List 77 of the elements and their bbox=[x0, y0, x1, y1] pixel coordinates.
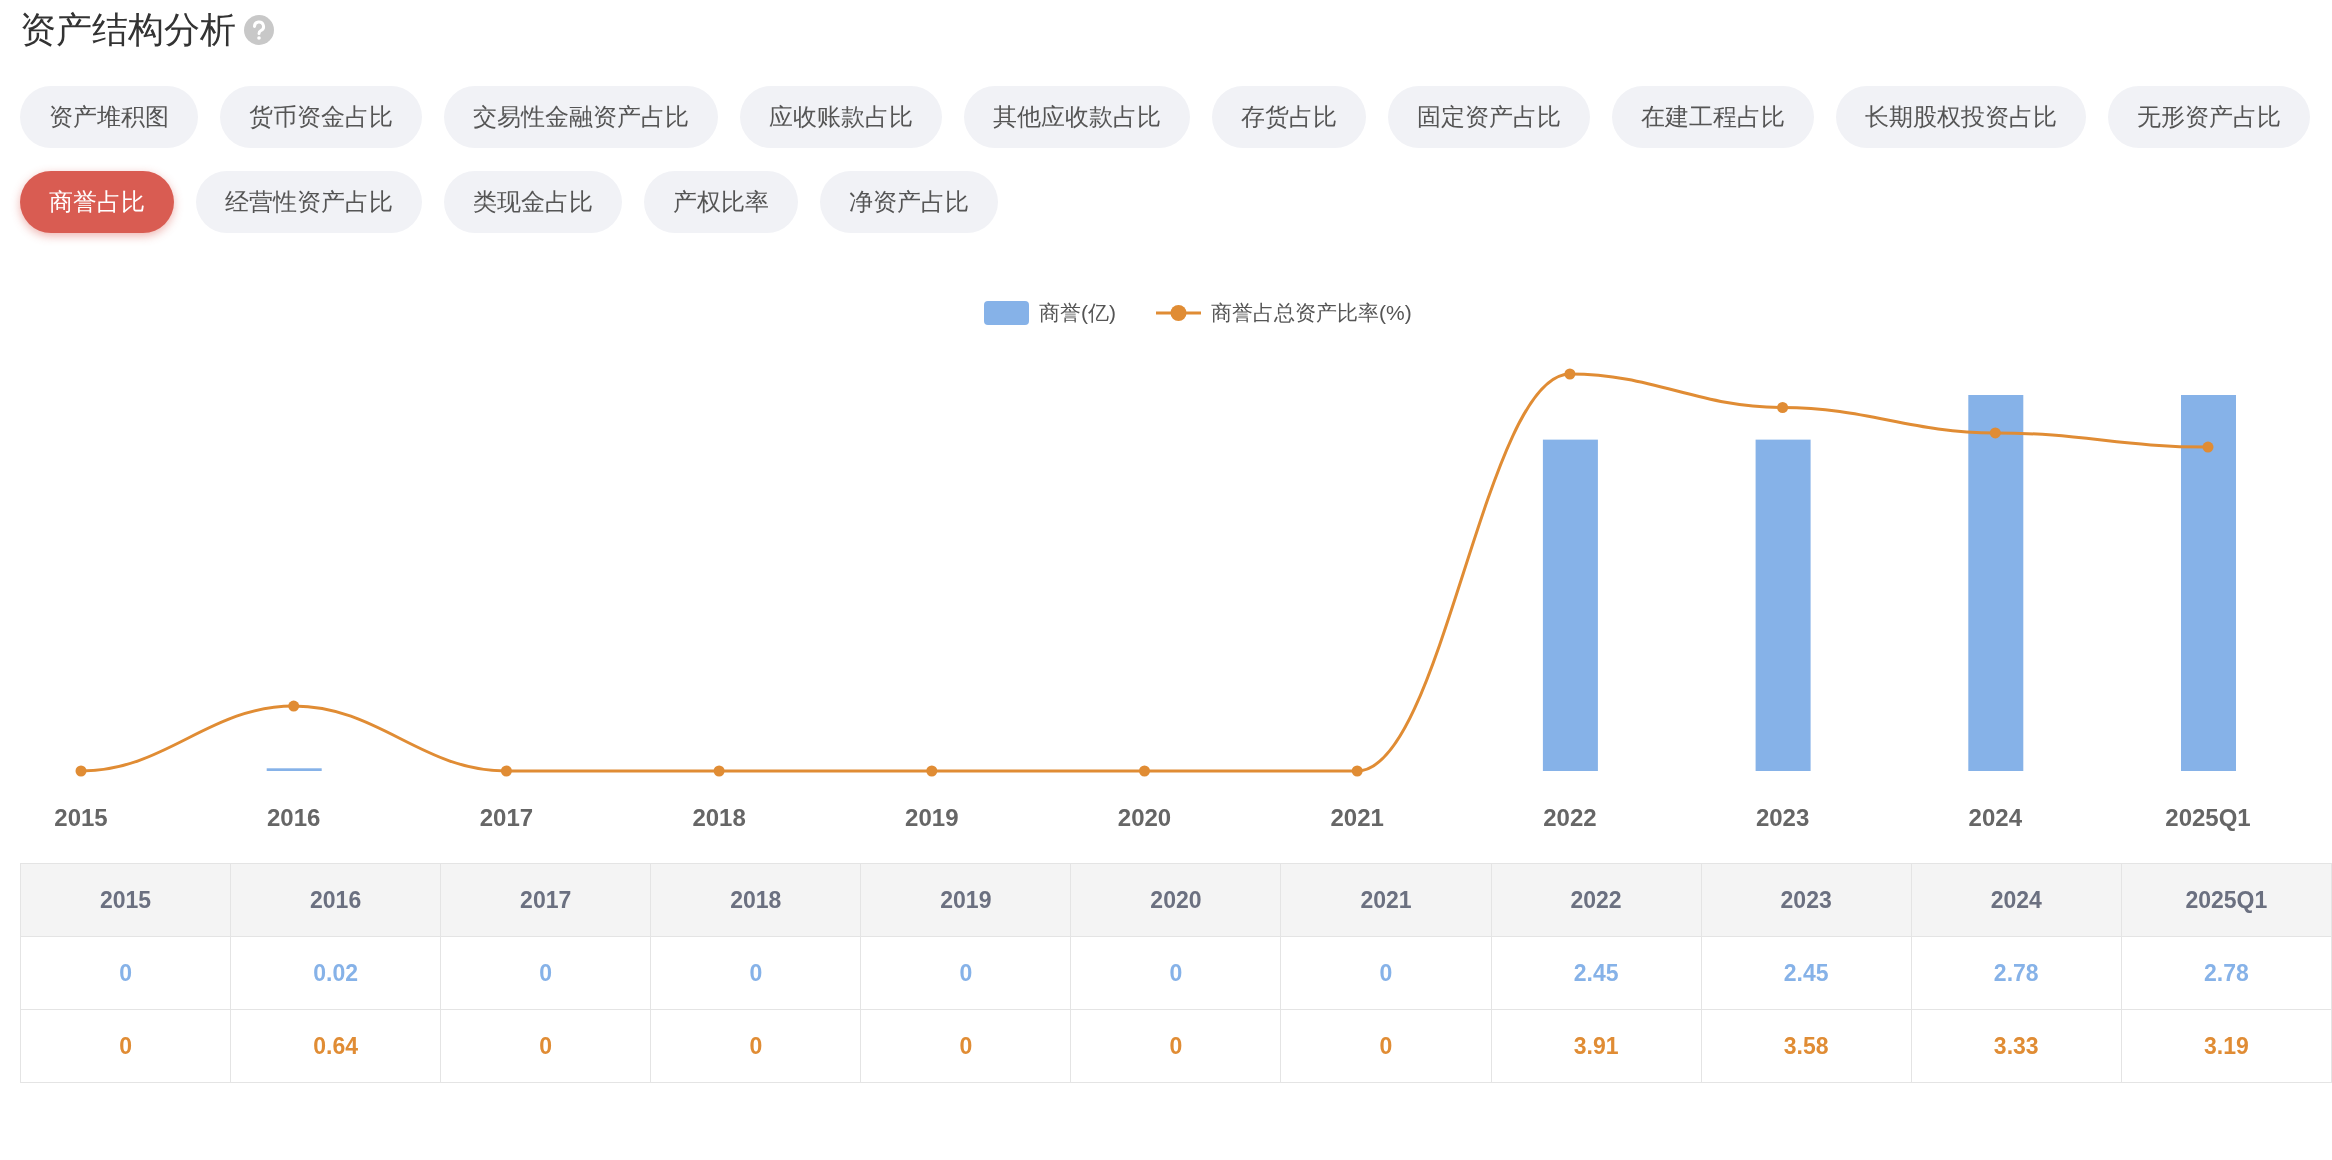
table-cell: 0.64 bbox=[230, 1009, 441, 1083]
page-title: 资产结构分析 bbox=[20, 8, 236, 52]
bar bbox=[266, 768, 322, 771]
tab[interactable]: 产权比率 bbox=[644, 171, 798, 233]
table-cell: 3.91 bbox=[1491, 1009, 1702, 1083]
table-cell: 0 bbox=[650, 1009, 861, 1083]
tab[interactable]: 经营性资产占比 bbox=[196, 171, 422, 233]
data-point bbox=[500, 765, 512, 777]
x-axis-label: 2017 bbox=[479, 804, 534, 831]
x-axis-label: 2022 bbox=[1543, 804, 1597, 831]
table-cell: 3.58 bbox=[1701, 1009, 1912, 1083]
x-axis-label: 2018 bbox=[692, 804, 746, 831]
legend-line-icon[interactable] bbox=[1156, 305, 1201, 321]
x-axis-label: 2020 bbox=[1117, 804, 1172, 831]
tab[interactable]: 货币资金占比 bbox=[220, 86, 422, 148]
column-header: 2025Q1 bbox=[2121, 863, 2332, 937]
column-header: 2022 bbox=[1491, 863, 1702, 937]
tab[interactable]: 长期股权投资占比 bbox=[1836, 86, 2086, 148]
tab[interactable]: 类现金占比 bbox=[444, 171, 622, 233]
data-point bbox=[1564, 368, 1576, 380]
data-point bbox=[713, 765, 725, 777]
table-cell: 0 bbox=[650, 936, 861, 1010]
tab[interactable]: 应收账款占比 bbox=[740, 86, 942, 148]
help-icon[interactable] bbox=[244, 15, 274, 45]
x-axis-label: 2019 bbox=[905, 804, 959, 831]
table-cell: 2.78 bbox=[2121, 936, 2332, 1010]
tab[interactable]: 存货占比 bbox=[1212, 86, 1366, 148]
column-header: 2018 bbox=[650, 863, 861, 937]
data-point bbox=[926, 765, 938, 777]
data-point bbox=[1989, 427, 2001, 439]
data-point bbox=[2202, 441, 2214, 453]
table-cell: 0 bbox=[1280, 936, 1492, 1010]
data-point bbox=[1351, 765, 1363, 777]
table-cell: 0 bbox=[860, 1009, 1071, 1083]
table-cell: 2.78 bbox=[1911, 936, 2122, 1010]
table-cell: 0 bbox=[440, 1009, 651, 1083]
table-cell: 0 bbox=[20, 936, 231, 1010]
x-axis-label: 2016 bbox=[267, 804, 321, 831]
legend-label: 商誉占总资产比率(%) bbox=[1211, 301, 1412, 324]
column-header: 2021 bbox=[1280, 863, 1492, 937]
table-cell: 0 bbox=[1070, 936, 1281, 1010]
x-axis-label: 2015 bbox=[54, 804, 108, 831]
tab[interactable]: 在建工程占比 bbox=[1612, 86, 1814, 148]
table-cell: 3.19 bbox=[2121, 1009, 2332, 1083]
tab[interactable]: 固定资产占比 bbox=[1388, 86, 1590, 148]
table-cell: 0 bbox=[20, 1009, 231, 1083]
tab[interactable]: 交易性金融资产占比 bbox=[444, 86, 718, 148]
x-axis-label: 2021 bbox=[1330, 804, 1384, 831]
column-header: 2015 bbox=[20, 863, 231, 937]
table-cell: 2.45 bbox=[1491, 936, 1702, 1010]
column-header: 2017 bbox=[440, 863, 651, 937]
table-cell: 3.33 bbox=[1911, 1009, 2122, 1083]
tab[interactable]: 资产堆积图 bbox=[20, 86, 198, 148]
table-cell: 0 bbox=[860, 936, 1071, 1010]
data-point bbox=[75, 765, 87, 777]
data-point bbox=[288, 700, 300, 712]
table-cell: 0 bbox=[440, 936, 651, 1010]
table-cell: 0 bbox=[1070, 1009, 1281, 1083]
legend-swatch-icon[interactable] bbox=[984, 301, 1029, 325]
data-point bbox=[1777, 402, 1789, 413]
x-axis-label: 2023 bbox=[1755, 804, 1810, 831]
x-axis-label: 2024 bbox=[1968, 804, 2022, 831]
legend-label: 商誉(亿) bbox=[1039, 301, 1116, 324]
column-header: 2023 bbox=[1701, 863, 1912, 937]
tab[interactable]: 无形资产占比 bbox=[2108, 86, 2310, 148]
tab[interactable]: 其他应收款占比 bbox=[964, 86, 1190, 148]
x-axis-label: 2025Q1 bbox=[2165, 804, 2251, 831]
table-cell: 0.02 bbox=[230, 936, 441, 1010]
column-header: 2016 bbox=[230, 863, 441, 937]
column-header: 2019 bbox=[860, 863, 1071, 937]
tab[interactable]: 净资产占比 bbox=[820, 171, 998, 233]
column-header: 2024 bbox=[1911, 863, 2122, 937]
column-header: 2020 bbox=[1070, 863, 1281, 937]
data-point bbox=[1139, 765, 1150, 777]
table-cell: 0 bbox=[1280, 1009, 1492, 1083]
table-cell: 2.45 bbox=[1701, 936, 1912, 1010]
tab[interactable]: 商誉占比 bbox=[20, 171, 174, 233]
